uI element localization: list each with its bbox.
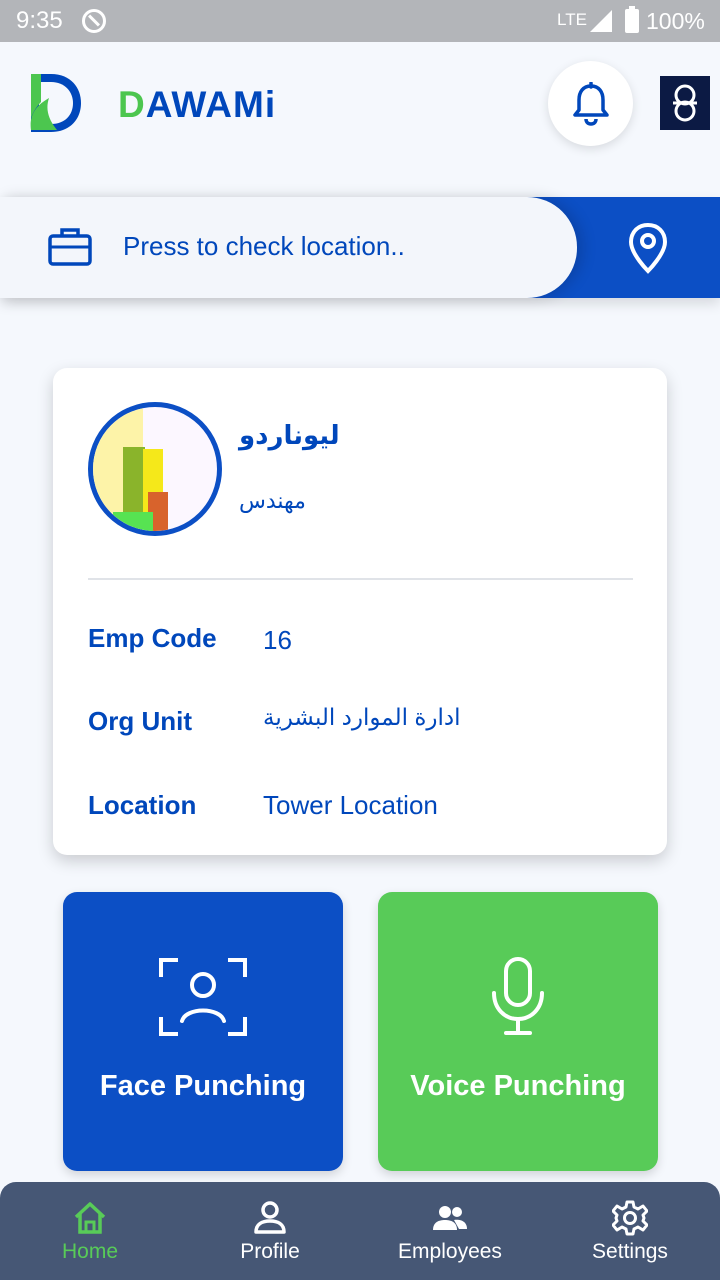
gear-icon	[612, 1200, 648, 1236]
nav-profile-label: Profile	[240, 1240, 300, 1263]
nav-settings[interactable]: Settings	[540, 1182, 720, 1280]
nav-home-label: Home	[61, 1240, 119, 1263]
status-time: 9:35	[16, 7, 63, 34]
nav-home[interactable]: Home	[0, 1182, 180, 1280]
emp-code-label: Emp Code	[88, 623, 217, 653]
card-divider	[88, 578, 633, 580]
person-icon	[254, 1201, 286, 1234]
employee-name: ليوناردو	[239, 420, 340, 450]
check-location-text: Press to check location..	[123, 231, 405, 261]
brand-name: DAWAMi	[118, 84, 277, 125]
location-label: Location	[88, 790, 197, 820]
location-value: Tower Location	[263, 790, 438, 820]
nav-employees-label: Employees	[398, 1240, 502, 1263]
battery-icon	[625, 6, 639, 33]
network-type: LTE	[557, 10, 587, 29]
bottom-navigation: Home Profile Employees Settings	[0, 1182, 720, 1280]
bell-icon	[572, 81, 609, 126]
home-icon	[74, 1202, 106, 1234]
company-logo-icon	[673, 84, 697, 122]
location-bar[interactable]: Press to check location..	[0, 197, 720, 298]
microphone-icon	[492, 957, 544, 1035]
notifications-button[interactable]	[548, 61, 633, 146]
org-unit-value: ادارة الموارد البشرية	[263, 704, 461, 730]
face-punching-button[interactable]: Face Punching	[63, 892, 343, 1171]
profile-card: ليوناردو مهندس Emp Code 16 Org Unit ادار…	[53, 368, 667, 855]
face-punching-label: Face Punching	[99, 1070, 307, 1102]
signal-icon	[590, 10, 612, 32]
nav-profile[interactable]: Profile	[180, 1182, 360, 1280]
status-bar: 9:35 LTE 100%	[0, 0, 720, 42]
check-location-button[interactable]: Press to check location..	[0, 197, 577, 298]
battery-percent: 100%	[646, 8, 705, 34]
avatar[interactable]	[88, 402, 222, 536]
org-unit-label: Org Unit	[88, 706, 192, 736]
nav-settings-label: Settings	[592, 1240, 668, 1263]
map-pin-icon[interactable]	[627, 222, 669, 274]
briefcase-icon	[48, 228, 92, 266]
voice-punching-button[interactable]: Voice Punching	[378, 892, 658, 1171]
do-not-disturb-icon	[82, 9, 106, 33]
app-logo-icon	[30, 74, 81, 132]
people-icon	[433, 1206, 467, 1230]
company-logo[interactable]	[660, 76, 710, 130]
emp-code-value: 16	[263, 625, 292, 655]
employee-title: مهندس	[239, 488, 306, 513]
face-scan-icon	[159, 958, 247, 1036]
voice-punching-label: Voice Punching	[410, 1070, 626, 1102]
nav-employees[interactable]: Employees	[360, 1182, 540, 1280]
